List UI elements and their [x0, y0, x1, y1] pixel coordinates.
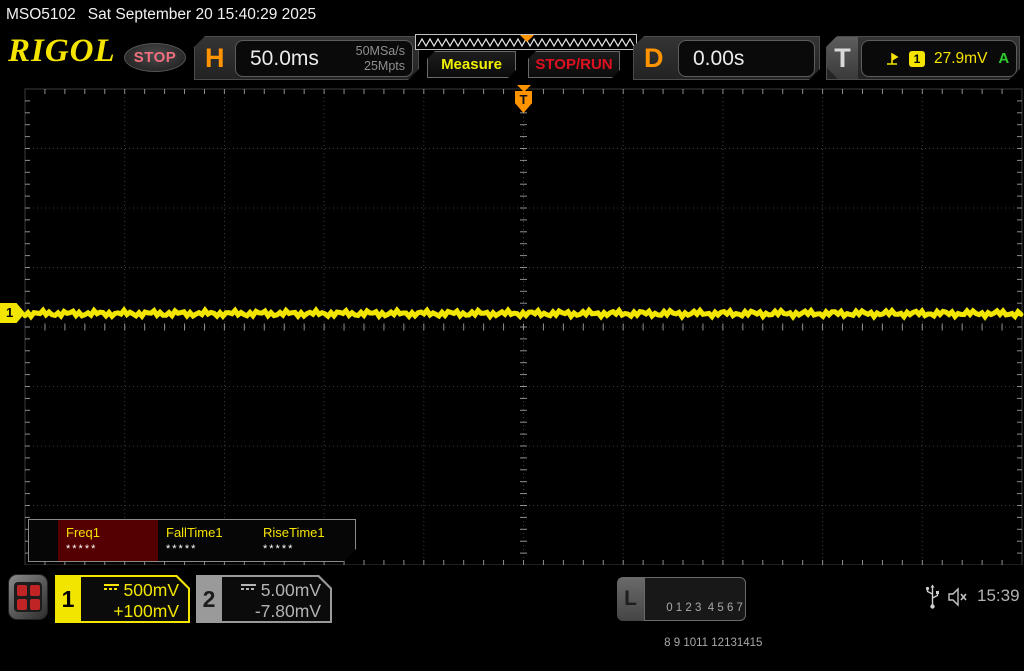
measurement-value: *****	[263, 543, 295, 555]
waveform-overview-thumbnail	[417, 35, 635, 48]
quick-menu-button[interactable]	[8, 574, 48, 620]
channel1-number: 1	[61, 586, 75, 612]
stop-run-button[interactable]: STOP/RUN	[528, 51, 620, 78]
speaker-muted-icon[interactable]	[947, 587, 971, 607]
measurement-item-risetime1[interactable]: RiseTime1 *****	[255, 520, 355, 561]
channel1-panel[interactable]: 1 500mV +100mV	[55, 575, 190, 623]
memory-depth: 25Mpts	[364, 58, 405, 73]
measurement-name: FallTime1	[166, 525, 223, 540]
toolbar: RIGOL STOP H 50.0ms 50MSa/s 25Mpts Measu…	[0, 30, 1024, 85]
sample-rate: 50MSa/s	[355, 44, 405, 59]
measurement-name: RiseTime1	[263, 525, 325, 540]
measurement-value: *****	[166, 543, 198, 555]
trigger-edge-icon	[884, 51, 900, 67]
digital-channels-panel[interactable]: L 0 1 2 3 4 5 6 7 8 9 1011 12131415	[617, 577, 762, 649]
trigger-inner-box: 1 27.9mV A	[861, 40, 1017, 77]
channel2-panel[interactable]: 2 5.00mV -7.80mV	[196, 575, 332, 623]
timebase-value: 50.0ms	[250, 46, 319, 70]
trigger-level-value: 27.9mV	[934, 49, 988, 67]
delay-panel[interactable]: D 0.00s	[633, 36, 820, 80]
four-squares-icon	[14, 582, 42, 612]
channel2-settings: 5.00mV -7.80mV	[222, 577, 330, 621]
measure-button[interactable]: Measure	[427, 51, 516, 78]
channel1-ground-marker[interactable]: 1	[0, 303, 25, 323]
channel2-number: 2	[202, 586, 216, 612]
channel2-offset: -7.80mV	[254, 601, 321, 621]
measurement-item-freq1[interactable]: Freq1 *****	[58, 520, 158, 561]
trigger-label: T	[827, 37, 858, 79]
dc-coupling-icon	[104, 584, 119, 590]
overview-trigger-position-icon	[520, 35, 534, 42]
measurement-item-falltime1[interactable]: FallTime1 *****	[158, 520, 255, 561]
channel2-scale: 5.00mV	[260, 580, 321, 600]
delay-value: 0.00s	[693, 46, 745, 70]
status-bar: MSO5102 Sat September 20 15:40:29 2025	[0, 0, 1024, 30]
digital-label: L	[617, 577, 644, 621]
clock: 15:39	[977, 586, 1020, 605]
run-state-indicator: STOP	[124, 43, 186, 72]
rigol-logo: RIGOL	[8, 33, 116, 69]
measurement-name: Freq1	[66, 525, 100, 540]
trigger-panel[interactable]: T 1 27.9mV A	[826, 36, 1020, 80]
digital-row2: 8 9 1011 12131415	[664, 637, 763, 650]
digital-channel-list: 0 1 2 3 4 5 6 7 8 9 1011 12131415	[644, 577, 762, 649]
trigger-mode-auto: A	[998, 50, 1010, 67]
digital-row1: 0 1 2 3 4 5 6 7	[666, 601, 743, 614]
horizontal-panel[interactable]: H 50.0ms 50MSa/s 25Mpts	[194, 36, 419, 80]
measurement-value: *****	[66, 543, 98, 555]
trigger-top-indicator-icon[interactable]	[517, 85, 531, 92]
usb-icon	[925, 584, 939, 609]
delay-inner-box: 0.00s	[678, 40, 815, 77]
waveform-overview-bar[interactable]	[415, 34, 637, 50]
channel1-scale: 500mV	[123, 580, 179, 600]
dc-coupling-icon	[241, 584, 256, 590]
channel1-settings: 500mV +100mV	[81, 577, 188, 621]
horizontal-inner-box: 50.0ms 50MSa/s 25Mpts	[235, 40, 413, 77]
datetime-text: Sat September 20 15:40:29 2025	[87, 6, 317, 23]
channel1-offset: +100mV	[113, 601, 179, 621]
bottom-bar: 1 500mV +100mV 2 5.00mV -7.80mV L 0 1 2 …	[0, 565, 1024, 649]
trigger-position-marker[interactable]: T	[515, 91, 532, 113]
acquisition-rates: 50MSa/s 25Mpts	[356, 44, 405, 73]
delay-label: D	[644, 43, 664, 73]
channel1-trace	[22, 305, 1024, 322]
measurement-results-panel: Freq1 ***** FallTime1 ***** RiseTime1 **…	[28, 519, 356, 562]
model-name: MSO5102	[6, 6, 76, 23]
horizontal-label: H	[205, 43, 225, 73]
trigger-source-badge: 1	[909, 51, 925, 67]
